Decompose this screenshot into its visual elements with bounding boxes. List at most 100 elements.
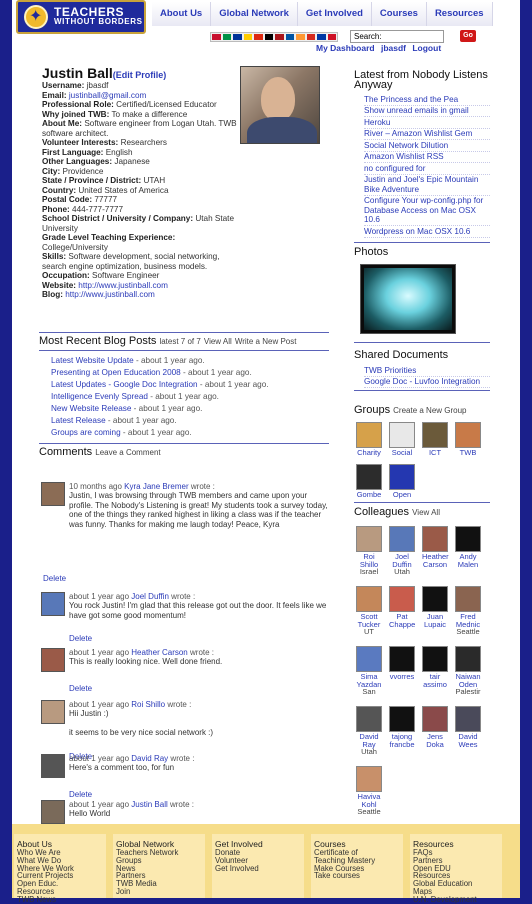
search-go-button[interactable]: Go [460,30,476,42]
delete-comment-link[interactable]: Delete [69,684,92,693]
colleague-tile[interactable]: Haviva Kohl Seattle [356,766,382,816]
nav-resources[interactable]: Resources [426,2,493,26]
colleague-tile[interactable]: Pat Chappe [389,586,415,628]
group-tile[interactable]: TWB [455,422,481,457]
leave-comment-link[interactable]: Leave a Comment [95,448,160,457]
colleagues-view-all-link[interactable]: View All [412,508,440,517]
colleague-tile[interactable]: tair assimo [422,646,448,688]
shared-doc-link[interactable]: Google Doc - Luvfoo Integration [364,377,490,388]
latest-post-link[interactable]: no configured for [364,163,490,175]
footer-link[interactable]: Join [116,888,205,896]
comment-author-link[interactable]: David Ray [131,754,168,763]
group-tile[interactable]: Gombe [356,464,382,499]
profile-field: Website: http://www.justinball.com [42,281,242,291]
colleague-tile[interactable]: Jens Doka [422,706,448,748]
field-link[interactable]: http://www.justinball.com [65,290,155,299]
language-flags [210,32,338,42]
latest-post-link[interactable]: Justin and Joel's Epic Mountain Bike Adv… [364,175,490,196]
group-tile[interactable]: ICT [422,422,448,457]
shared-doc-link[interactable]: TWB Priorities [364,365,490,377]
nav-about-us[interactable]: About Us [152,2,212,26]
colleague-tile[interactable]: Heather Carson [422,526,449,568]
footer-link[interactable]: U.N. Development [413,895,502,904]
latest-post-link[interactable]: River – Amazon Wishlist Gem [364,129,490,140]
colleague-tile[interactable]: Sima Yazdan San [356,646,382,696]
comment-author-link[interactable]: Justin Ball [131,800,167,809]
field-link[interactable]: justinball@gmail.com [69,91,146,100]
flag-icon[interactable] [327,34,336,40]
blog-view-all-link[interactable]: View All [204,337,232,346]
flag-icon[interactable] [233,34,242,40]
my-dashboard-link[interactable]: My Dashboard [316,43,375,53]
flag-icon[interactable] [254,34,263,40]
flag-icon[interactable] [243,34,252,40]
nav-global-network[interactable]: Global Network [211,2,298,26]
field-link[interactable]: http://www.justinball.com [78,281,168,290]
flag-icon[interactable] [275,34,284,40]
blog-post-link[interactable]: Intelligence Evenly Spread [51,392,148,401]
comment-age: about 1 year ago [69,754,130,763]
commenter-avatar[interactable] [41,700,65,724]
colleague-tile[interactable]: Juan Lupaic [422,586,448,628]
commenter-avatar[interactable] [41,754,65,778]
latest-post-link[interactable]: Configure Your wp-config.php for Databas… [364,196,490,226]
commenter-avatar[interactable] [41,482,65,506]
commenter-avatar[interactable] [41,592,65,616]
comment-author-link[interactable]: Heather Carson [131,648,187,657]
blog-post-link[interactable]: Groups are coming [51,428,121,437]
nav-get-involved[interactable]: Get Involved [297,2,372,26]
commenter-avatar[interactable] [41,648,65,672]
colleague-tile[interactable]: Naiwan Oden Palestir [455,646,481,696]
flag-icon[interactable] [296,34,305,40]
field-label: Other Languages: [42,157,113,166]
colleague-tile[interactable]: David Ray Utah [356,706,382,756]
delete-comment-link[interactable]: Delete [69,790,92,799]
flag-icon[interactable] [285,34,294,40]
group-tile[interactable]: Charity [356,422,382,457]
search-input[interactable] [350,30,444,43]
colleague-tile[interactable]: David Wees [455,706,481,748]
create-group-link[interactable]: Create a New Group [393,406,466,415]
flag-icon[interactable] [317,34,326,40]
footer-link[interactable]: TWB News [17,895,106,904]
comment-author-link[interactable]: Roi Shillo [131,700,165,709]
delete-comment-link[interactable]: Delete [69,634,92,643]
group-tile[interactable]: Open [389,464,415,499]
blog-post-link[interactable]: New Website Release [51,404,131,413]
flag-icon[interactable] [306,34,315,40]
colleague-tile[interactable]: Scott Tucker UT [356,586,382,636]
colleague-tile[interactable]: Joel Duffin Utah [389,526,415,576]
site-logo[interactable]: TEACHERS WITHOUT BORDERS [16,0,146,34]
flag-icon[interactable] [264,34,273,40]
footer-link[interactable]: Get Involved [215,864,304,873]
commenter-avatar[interactable] [41,800,65,824]
nav-courses[interactable]: Courses [371,2,427,26]
comment-author-link[interactable]: Joel Duffin [131,592,169,601]
write-new-post-link[interactable]: Write a New Post [235,337,297,346]
edit-profile-link[interactable]: (Edit Profile) [113,70,167,80]
latest-post-link[interactable]: Social Network Dilution [364,140,490,152]
latest-post-link[interactable]: Show unread emails in gmail [364,106,490,117]
colleague-tile[interactable]: tajong francbe [389,706,415,748]
colleague-tile[interactable]: Roi Shillo Israel [356,526,382,576]
comment-author-link[interactable]: Kyra Jane Bremer [124,482,188,491]
colleague-tile[interactable]: Andy Malen [455,526,481,568]
latest-post-link[interactable]: Wordpress on Mac OSX 10.6 [364,226,490,238]
latest-post-link[interactable]: Heroku [364,117,490,129]
latest-post-link[interactable]: Amazon Wishlist RSS [364,152,490,163]
latest-post-link[interactable]: The Princess and the Pea [364,94,490,106]
logout-link[interactable]: Logout [412,43,441,53]
flag-icon[interactable] [212,34,221,40]
colleague-tile[interactable]: vvorres [389,646,415,681]
footer-link[interactable]: Take courses [314,872,403,880]
username-link[interactable]: jbasdf [381,43,406,53]
blog-post-link[interactable]: Latest Updates - Google Doc Integration [51,380,198,389]
blog-post-link[interactable]: Latest Website Update [51,356,134,365]
photo-thumbnail[interactable] [360,264,456,334]
delete-comment-link[interactable]: Delete [43,574,66,583]
blog-post-link[interactable]: Presenting at Open Education 2008 [51,368,181,377]
flag-icon[interactable] [222,34,231,40]
blog-post-link[interactable]: Latest Release [51,416,106,425]
colleague-tile[interactable]: Fred Mednic Seattle [455,586,481,636]
group-tile[interactable]: Social [389,422,415,457]
